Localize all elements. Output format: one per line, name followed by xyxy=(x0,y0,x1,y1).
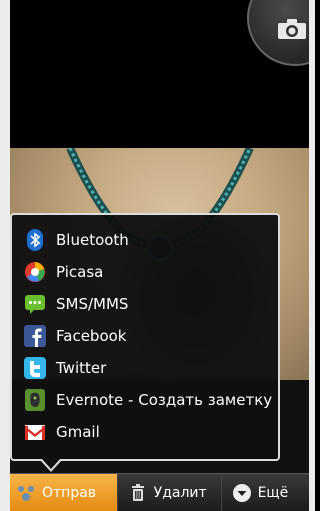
facebook-icon xyxy=(24,325,46,347)
share-menu: Bluetooth Picasa SMS/MMS Facebook Twitte… xyxy=(10,213,280,461)
menu-item-bluetooth[interactable]: Bluetooth xyxy=(24,226,129,254)
menu-item-label: Bluetooth xyxy=(56,231,129,249)
evernote-icon xyxy=(25,389,45,411)
trash-icon xyxy=(131,484,144,501)
share-icon xyxy=(18,486,34,501)
chevron-down-icon xyxy=(232,484,251,502)
menu-item-label: Twitter xyxy=(56,359,107,377)
sms-icon xyxy=(25,295,45,314)
menu-item-facebook[interactable]: Facebook xyxy=(24,322,126,350)
menu-item-label: Facebook xyxy=(56,327,127,345)
menu-item-evernote[interactable]: Evernote - Создать заметку xyxy=(24,386,272,414)
menu-item-label: Gmail xyxy=(56,423,100,441)
menu-item-sms[interactable]: SMS/MMS xyxy=(24,290,128,318)
picasa-icon xyxy=(25,262,45,282)
twitter-icon xyxy=(24,357,46,379)
right-edge xyxy=(309,0,315,511)
more-button[interactable]: Ещё xyxy=(220,474,309,511)
camera-icon[interactable] xyxy=(277,18,307,40)
bluetooth-icon xyxy=(27,229,43,251)
menu-item-twitter[interactable]: Twitter xyxy=(24,354,106,382)
share-button[interactable]: Отправ xyxy=(10,474,117,511)
share-menu-pointer-fill xyxy=(42,459,60,469)
delete-button[interactable]: Удалит xyxy=(116,474,221,511)
share-label: Отправ xyxy=(42,485,97,501)
menu-item-label: Evernote - Создать заметку xyxy=(56,391,273,409)
menu-item-label: Picasa xyxy=(56,263,104,281)
menu-item-label: SMS/MMS xyxy=(56,295,129,313)
menu-item-picasa[interactable]: Picasa xyxy=(24,258,103,286)
bottom-action-bar: Отправ Удалит Ещё xyxy=(10,473,309,511)
delete-label: Удалит xyxy=(153,485,207,501)
menu-item-gmail[interactable]: Gmail xyxy=(24,418,100,446)
left-edge xyxy=(0,0,10,511)
more-label: Ещё xyxy=(257,485,289,501)
gmail-icon xyxy=(25,425,45,440)
